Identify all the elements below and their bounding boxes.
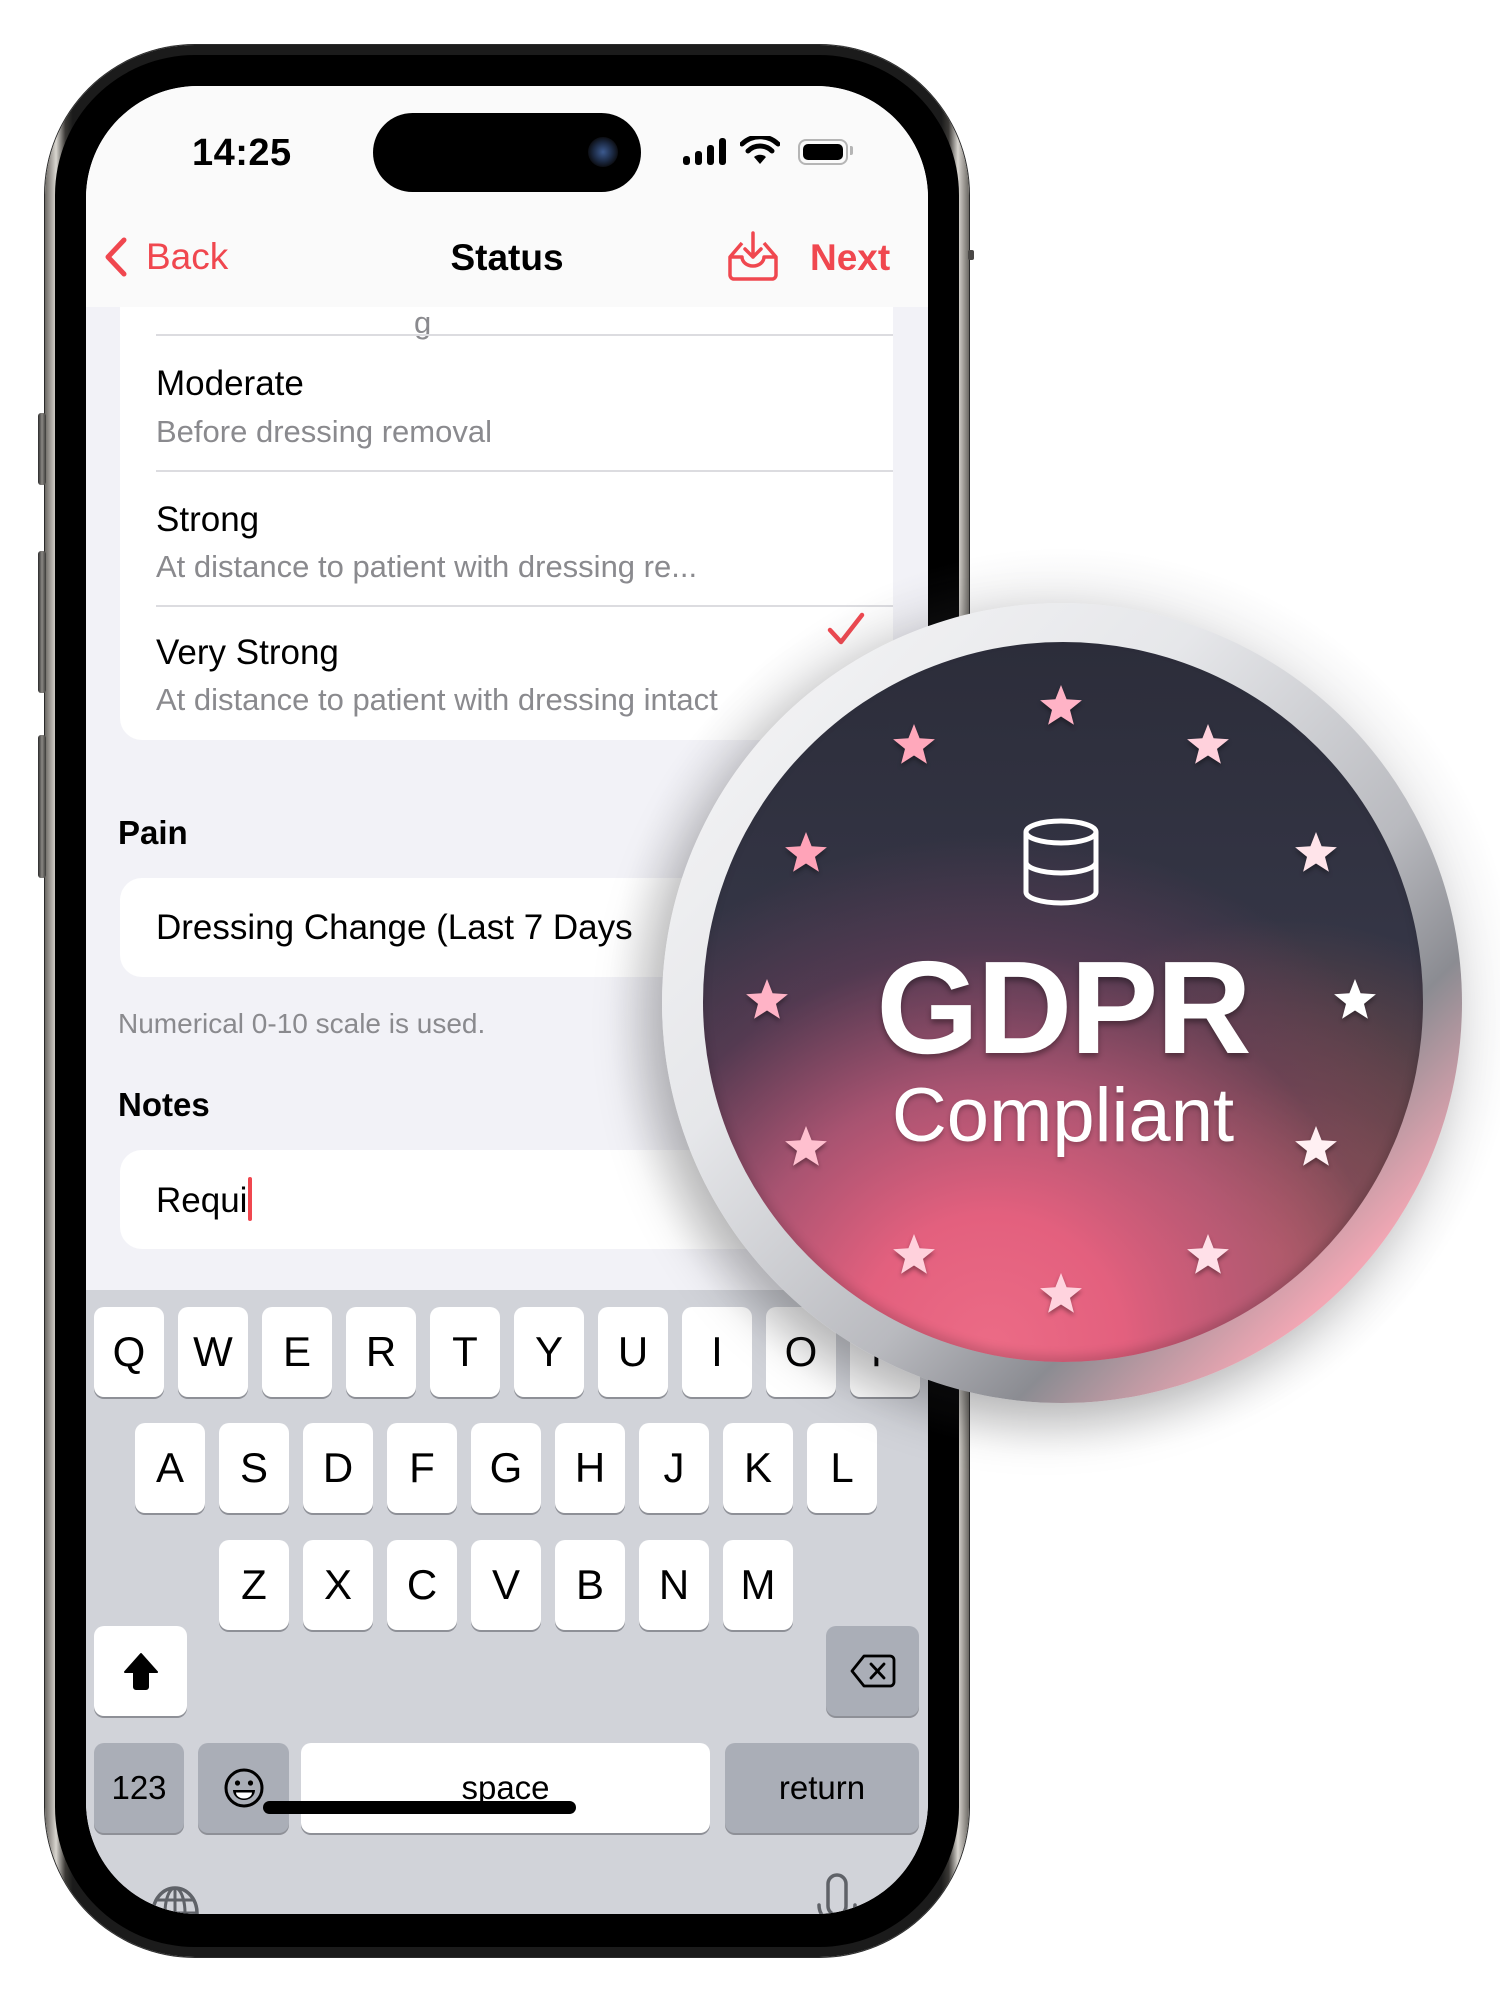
star-icon [1040, 685, 1082, 725]
list-item-subtitle: At distance to patient with dressing int… [156, 682, 718, 717]
list-item-subtitle: At distance to patient with dressing re.… [156, 549, 698, 584]
key-x[interactable]: X [303, 1540, 373, 1630]
star-icon [1294, 832, 1337, 872]
emoji-smiley-icon [224, 1768, 263, 1808]
key-y[interactable]: Y [514, 1307, 584, 1397]
front-camera [588, 137, 618, 167]
list-item-moderate[interactable]: Moderate Before dressing removal [120, 336, 893, 471]
list-item-strong[interactable]: Strong At distance to patient with dress… [120, 472, 893, 607]
notes-section-header: Notes [118, 1086, 210, 1123]
key-b[interactable]: B [555, 1540, 625, 1630]
battery-tip [850, 146, 853, 155]
badge-title: GDPR [876, 934, 1251, 1081]
key-a[interactable]: A [135, 1423, 205, 1513]
database-icon [1023, 818, 1099, 906]
battery-level [803, 144, 843, 160]
microphone-icon[interactable] [816, 1873, 858, 1914]
key-t[interactable]: T [430, 1307, 500, 1397]
shift-arrow-icon [123, 1653, 158, 1690]
return-key[interactable]: return [725, 1743, 919, 1833]
numbers-key[interactable]: 123 [94, 1743, 184, 1833]
chevron-left-icon [105, 237, 127, 277]
next-button[interactable]: Next [810, 237, 890, 279]
key-m[interactable]: M [723, 1540, 793, 1630]
key-j[interactable]: J [639, 1423, 709, 1513]
back-label: Back [146, 236, 229, 277]
key-k[interactable]: K [723, 1423, 793, 1513]
navigation-bar: 14:25 Back Status Next [86, 86, 928, 307]
wifi-icon [740, 136, 780, 164]
action-button [38, 413, 46, 485]
status-time: 14:25 [192, 132, 292, 174]
globe-icon[interactable] [150, 1885, 200, 1914]
star-icon [785, 832, 828, 872]
inbox-download-icon[interactable] [726, 231, 780, 283]
volume-down-button [38, 735, 46, 878]
key-e[interactable]: E [262, 1307, 332, 1397]
key-u[interactable]: U [598, 1307, 668, 1397]
key-g[interactable]: G [471, 1423, 541, 1513]
cellular-signal-icon [683, 138, 726, 165]
key-l[interactable]: L [807, 1423, 877, 1513]
notes-input-content: Requi [156, 1177, 253, 1221]
delete-key[interactable] [826, 1626, 919, 1716]
key-f[interactable]: F [387, 1423, 457, 1513]
star-icon [893, 724, 935, 765]
pain-helper-text: Numerical 0-10 scale is used. [118, 1008, 486, 1039]
key-w[interactable]: W [178, 1307, 248, 1397]
star-icon [893, 1233, 935, 1274]
star-icon [1187, 724, 1229, 765]
pain-field-value: Dressing Change (Last 7 Days [156, 908, 633, 947]
side-button-marker [968, 250, 974, 260]
list-item-title: Strong [156, 500, 260, 539]
keyboard: QWERTYUIOP ASDFGHJKL ZXCVBNM 123 space [86, 1290, 928, 1914]
list-item-title: Very Strong [156, 633, 339, 672]
volume-up-button [38, 551, 46, 693]
delete-backspace-icon [850, 1654, 895, 1688]
key-s[interactable]: S [219, 1423, 289, 1513]
key-r[interactable]: R [346, 1307, 416, 1397]
shift-key[interactable] [94, 1626, 187, 1716]
notes-input-value: Requi [156, 1181, 248, 1220]
text-caret [248, 1177, 253, 1221]
pain-section-header: Pain [118, 814, 188, 851]
back-button[interactable]: Back [102, 236, 228, 278]
badge-subtitle: Compliant [891, 1073, 1235, 1158]
list-item-subtitle: Before dressing removal [156, 414, 492, 449]
list-item-title: Moderate [156, 364, 304, 403]
battery-icon [798, 139, 848, 165]
home-indicator[interactable] [263, 1801, 576, 1814]
key-v[interactable]: V [471, 1540, 541, 1630]
key-c[interactable]: C [387, 1540, 457, 1630]
star-icon [1187, 1233, 1229, 1274]
space-key[interactable]: space [301, 1743, 710, 1833]
star-icon [1040, 1273, 1082, 1313]
key-z[interactable]: Z [219, 1540, 289, 1630]
emoji-key[interactable] [198, 1743, 289, 1833]
key-h[interactable]: H [555, 1423, 625, 1513]
key-q[interactable]: Q [94, 1307, 164, 1397]
key-n[interactable]: N [639, 1540, 709, 1630]
key-d[interactable]: D [303, 1423, 373, 1513]
